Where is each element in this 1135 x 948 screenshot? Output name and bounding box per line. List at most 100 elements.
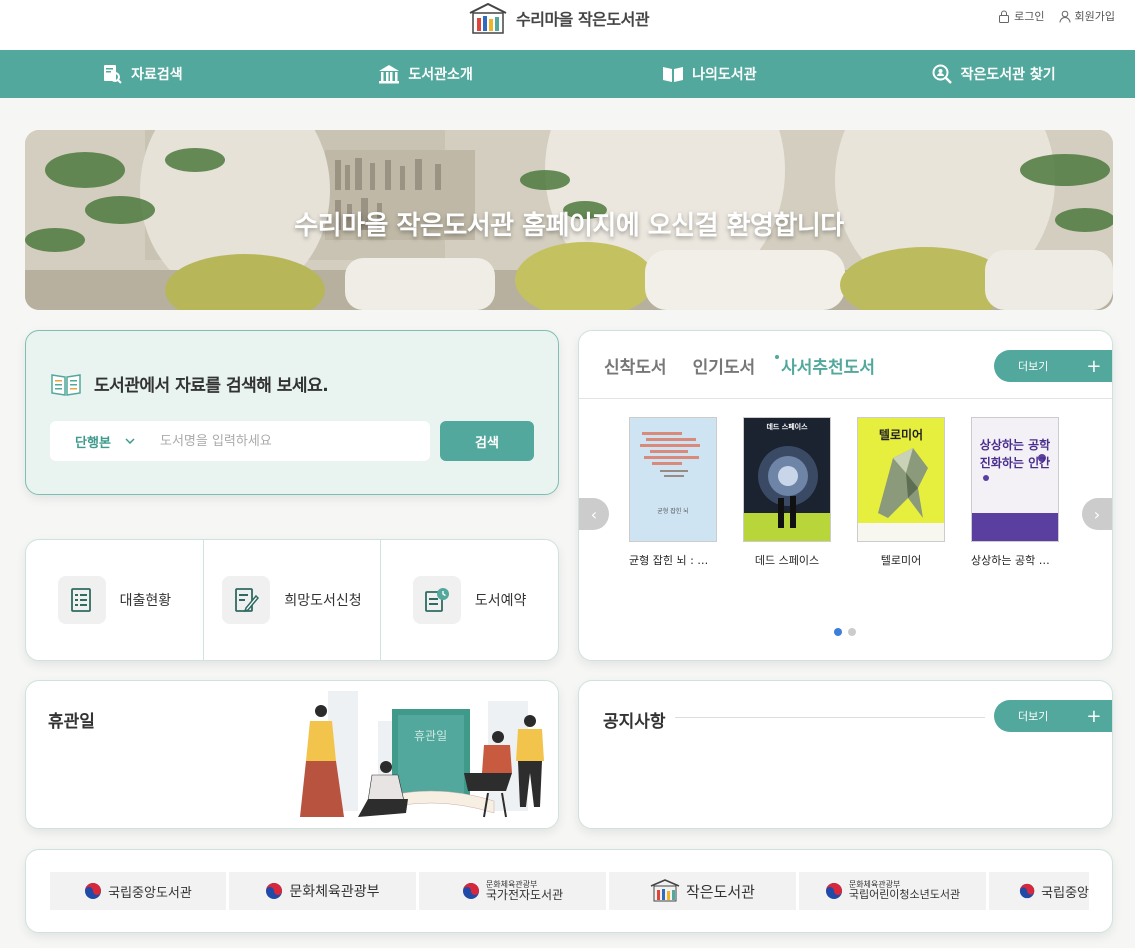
banner-text-group: 문화체육관광부 국립어린이청소년도서관: [848, 880, 961, 902]
plus-icon: +: [1086, 355, 1102, 377]
book-cover: 균형 잡힌 뇌: [629, 417, 717, 542]
book-item[interactable]: 데드 스페이스 데드 스페이스: [743, 417, 831, 568]
book-item[interactable]: 상상하는 공학 진화하는 인간 상상하는 공학 진…: [971, 417, 1059, 568]
logo-icon: [469, 2, 507, 34]
quick-label: 도서예약: [474, 593, 527, 609]
holiday-panel: 휴관일 휴관일: [25, 680, 559, 829]
related-sites-banners: 국립중앙도서관 문화체육관광부 문화체육관광부 국가전자도서관 작은도서관 문화…: [25, 849, 1113, 933]
book-cover-text: 상상하는 공학 진화하는 인간: [979, 438, 1051, 470]
lock-icon: [999, 10, 1010, 23]
book-cover-text: 텔로미어: [878, 428, 924, 442]
quick-item-book-request[interactable]: 희망도서신청: [204, 540, 382, 660]
taegeuk-icon: [1019, 883, 1035, 899]
site-logo[interactable]: 수리마을 작은도서관: [468, 0, 650, 36]
carousel-prev-button[interactable]: ‹: [579, 498, 609, 530]
reservation-clock-icon: [425, 588, 449, 612]
search-input[interactable]: [160, 433, 430, 449]
nav-item-find-library[interactable]: 작은도서관 찾기: [851, 50, 1135, 98]
nav-item-my-library[interactable]: 나의도서관: [568, 50, 852, 98]
notice-more-button[interactable]: 더보기 +: [994, 700, 1112, 732]
book-list: 균형 잡힌 뇌 균형 잡힌 뇌 : 인… 데드 스페이스 데드 스페이스 텔로미…: [629, 417, 1059, 568]
banner-label: 문화체육관광부: [289, 884, 380, 900]
quick-icon-box: [412, 576, 461, 624]
nav-label: 나의도서관: [692, 67, 757, 83]
banner-label: 국립어린이청소년도서관: [848, 888, 961, 902]
nav-label: 도서관소개: [408, 67, 473, 83]
banner-text-group: 문화체육관광부 국가전자도서관: [485, 880, 564, 902]
search-title: 도서관에서 자료를 검색해 보세요.: [94, 375, 329, 396]
book-cover-text: 데드 스페이스: [766, 423, 808, 431]
hero-banner: 수리마을 작은도서관 홈페이지에 오신걸 환영합니다: [25, 130, 1113, 310]
banner-row: 국립중앙도서관 문화체육관광부 문화체육관광부 국가전자도서관 작은도서관 문화…: [50, 872, 1089, 910]
signup-label: 회원가입: [1074, 10, 1115, 23]
taegeuk-icon: [85, 883, 102, 899]
holiday-illustration: [288, 681, 558, 828]
more-label: 더보기: [1018, 360, 1049, 373]
taegeuk-icon: [266, 883, 283, 899]
tab-popular-books[interactable]: 인기도서: [693, 353, 756, 378]
search-heading: 도서관에서 자료를 검색해 보세요.: [50, 367, 329, 399]
book-item[interactable]: 균형 잡힌 뇌 균형 잡힌 뇌 : 인…: [629, 417, 717, 568]
carousel-dots: [834, 628, 856, 636]
books-more-button[interactable]: 더보기 +: [994, 350, 1112, 382]
banner-national-digital-library[interactable]: 문화체육관광부 국가전자도서관: [419, 872, 606, 910]
book-request-icon: [235, 588, 260, 613]
nav-item-about[interactable]: 도서관소개: [284, 50, 568, 98]
library-building-icon: [379, 65, 400, 84]
taegeuk-icon: [462, 883, 479, 899]
quick-item-reservation[interactable]: 도서예약: [381, 540, 558, 660]
banner-national-children-library[interactable]: 문화체육관광부 국립어린이청소년도서관: [799, 872, 986, 910]
holiday-title: 휴관일: [48, 712, 95, 732]
signup-link[interactable]: 회원가입: [1059, 8, 1115, 24]
user-icon: [1059, 10, 1071, 23]
search-panel: 도서관에서 자료를 검색해 보세요. 단행본 검색: [25, 330, 559, 495]
divider: [675, 717, 985, 718]
carousel-next-button[interactable]: ›: [1082, 498, 1112, 530]
book-tabs: 신착도서 인기도서 사서추천도서: [604, 353, 875, 378]
logo-text: 수리마을 작은도서관: [516, 10, 650, 29]
taegeuk-icon: [825, 883, 842, 899]
book-cover-art: [744, 446, 830, 541]
book-cover-art: [640, 432, 700, 477]
auth-links: 로그인 회원가입: [998, 8, 1115, 24]
book-title: 데드 스페이스: [754, 554, 820, 567]
banner-label: 작은도서관: [685, 882, 755, 901]
quick-item-loan-status[interactable]: 대출현황: [26, 540, 204, 660]
login-link[interactable]: 로그인: [998, 8, 1045, 24]
hero-title: 수리마을 작은도서관 홈페이지에 오신걸 환영합니다: [294, 211, 844, 241]
search-box: 단행본: [50, 421, 430, 461]
carousel-dot[interactable]: [834, 628, 842, 636]
book-title: 텔로미어: [880, 554, 922, 567]
banner-label: 국가전자도서관: [485, 887, 564, 902]
banner-small-library[interactable]: 작은도서관: [609, 872, 796, 910]
book-title: 상상하는 공학 진…: [971, 554, 1059, 567]
nav-label: 작은도서관 찾기: [960, 67, 1056, 83]
book-title: 균형 잡힌 뇌 : 인…: [629, 554, 717, 567]
book-item[interactable]: 텔로미어 텔로미어: [857, 417, 945, 568]
book-cover-text: 균형 잡힌 뇌: [657, 508, 689, 515]
plus-icon: +: [1086, 705, 1102, 727]
holiday-board-label: 휴관일: [414, 729, 448, 743]
chevron-right-icon: ›: [1093, 504, 1101, 524]
tab-librarian-picks[interactable]: 사서추천도서: [775, 353, 875, 378]
quick-label: 희망도서신청: [284, 593, 362, 609]
chevron-left-icon: ‹: [590, 504, 598, 524]
tab-new-books[interactable]: 신착도서: [604, 353, 667, 378]
nav-label: 자료검색: [131, 67, 183, 83]
nav-item-search[interactable]: 자료검색: [0, 50, 284, 98]
book-cover: 데드 스페이스: [743, 417, 831, 542]
banner-label: 국립중앙: [1041, 885, 1089, 901]
banner-label: 국립중앙도서관: [108, 885, 192, 901]
search-type-select[interactable]: 단행본: [50, 432, 160, 451]
quick-label: 대출현황: [119, 593, 172, 609]
quick-menu: 대출현황 희망도서신청 도서예약: [25, 539, 559, 661]
banner-national-library-partial[interactable]: 국립중앙: [989, 872, 1089, 910]
chevron-down-icon: [125, 438, 135, 444]
book-cover: 상상하는 공학 진화하는 인간: [971, 417, 1059, 542]
banner-ministry-culture[interactable]: 문화체육관광부: [229, 872, 416, 910]
more-label: 더보기: [1018, 710, 1049, 723]
banner-national-library[interactable]: 국립중앙도서관: [50, 872, 226, 910]
carousel-dot[interactable]: [848, 628, 856, 636]
book-cover: 텔로미어: [857, 417, 945, 542]
search-button[interactable]: 검색: [440, 421, 534, 461]
